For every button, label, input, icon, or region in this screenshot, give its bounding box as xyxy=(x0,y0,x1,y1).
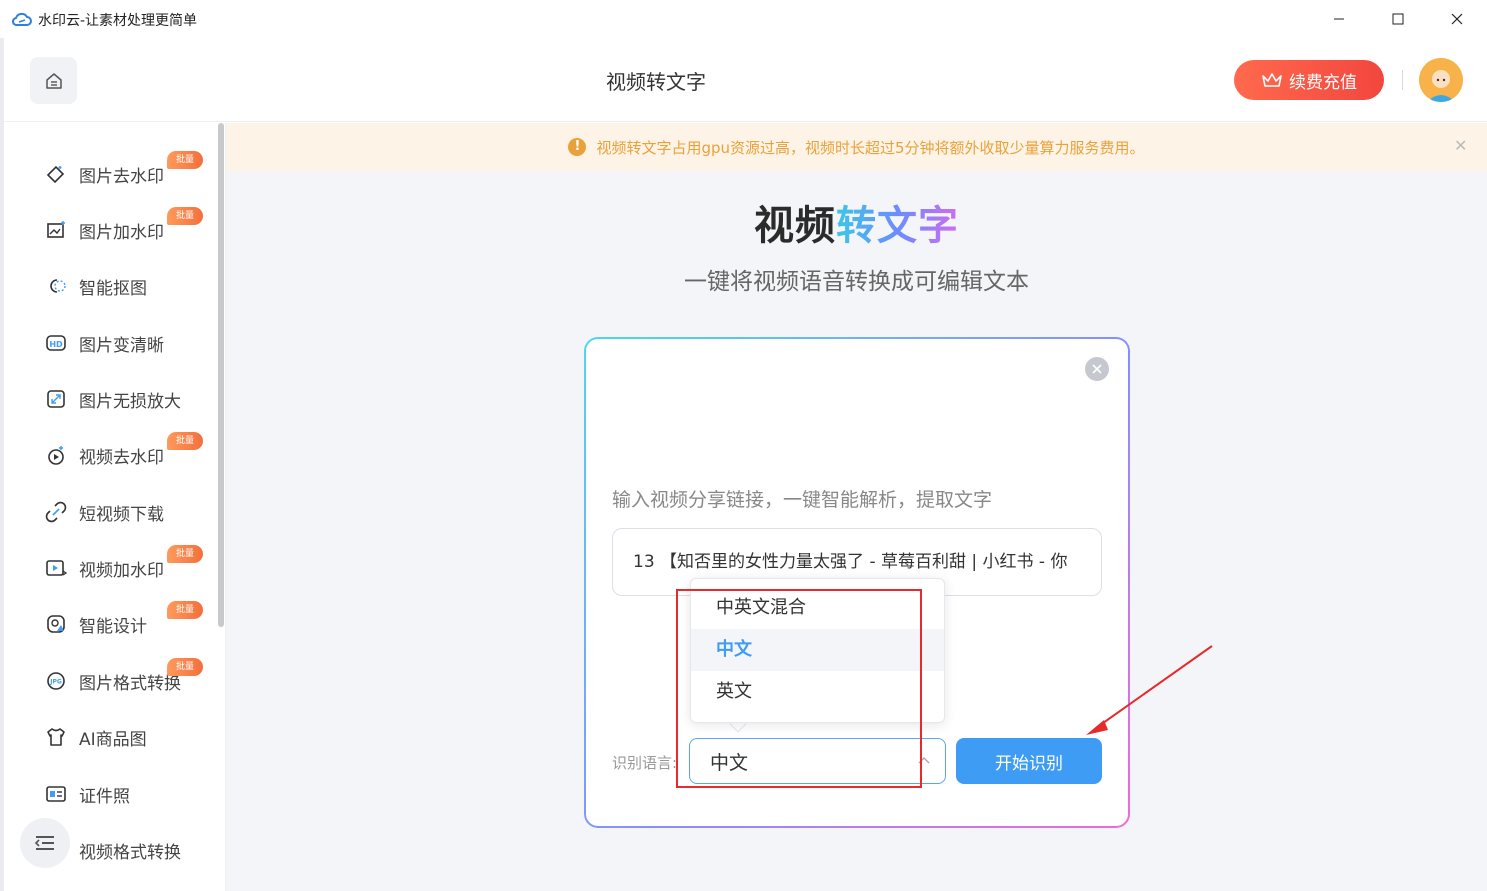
sidebar-item-label: 视频去水印 xyxy=(79,447,164,468)
notice-text: 视频转文字占用gpu资源过高，视频时长超过5分钟将额外收取少量算力服务费用。 xyxy=(596,138,1145,157)
batch-badge: 批量 xyxy=(167,151,203,169)
collapse-sidebar-button[interactable] xyxy=(20,818,70,868)
cutout-icon xyxy=(44,274,68,298)
language-label: 识别语言: xyxy=(612,754,678,772)
hero-title-part2: 转文字 xyxy=(836,203,959,249)
eraser-icon xyxy=(44,162,68,186)
input-hint: 输入视频分享链接，一键智能解析，提取文字 xyxy=(612,489,993,511)
menu-collapse-icon xyxy=(34,836,54,850)
crown-icon xyxy=(1262,73,1282,87)
hd-icon: HD xyxy=(44,331,68,355)
clear-button[interactable] xyxy=(1085,357,1109,381)
sidebar-item-label: 智能设计 xyxy=(79,616,147,637)
app-header: 视频转文字 续费充值 xyxy=(4,38,1487,122)
sidebar-item-label: 短视频下载 xyxy=(79,504,164,525)
sidebar: 图片去水印 批量 图片加水印 批量 智能抠图 HD 图片变清晰 图片无损放大 视… xyxy=(4,123,226,891)
id-card-icon xyxy=(44,782,68,806)
sidebar-item-label: AI商品图 xyxy=(79,729,147,750)
batch-badge: 批量 xyxy=(167,601,203,619)
user-avatar[interactable] xyxy=(1419,58,1463,102)
window-title: 水印云-让素材处理更简单 xyxy=(38,13,198,29)
hero-subtitle: 一键将视频语音转换成可编辑文本 xyxy=(684,269,1029,295)
sidebar-item-label: 视频格式转换 xyxy=(79,842,181,863)
cloud-logo-icon xyxy=(12,12,32,26)
page-title: 视频转文字 xyxy=(606,70,706,94)
hero-title-part1: 视频 xyxy=(754,203,836,249)
header-divider xyxy=(1402,70,1403,90)
notice-close-icon[interactable]: ✕ xyxy=(1454,136,1467,155)
batch-badge: 批量 xyxy=(167,207,203,225)
notice-bar: ! 视频转文字占用gpu资源过高，视频时长超过5分钟将额外收取少量算力服务费用。… xyxy=(226,123,1487,171)
sidebar-item-image-enhance[interactable]: HD 图片变清晰 xyxy=(44,328,214,358)
hero-title: 视频转文字 xyxy=(226,193,1487,251)
sidebar-item-smart-cutout[interactable]: 智能抠图 xyxy=(44,271,214,301)
sidebar-item-ai-product-image[interactable]: AI商品图 xyxy=(44,722,214,752)
sidebar-item-label: 智能抠图 xyxy=(79,278,147,299)
avatar-face-icon xyxy=(1419,58,1463,102)
batch-badge: 批量 xyxy=(167,432,203,450)
window-title-bar: 水印云-让素材处理更简单 xyxy=(0,0,1487,38)
sidebar-item-label: 图片变清晰 xyxy=(79,335,164,356)
close-window-button[interactable] xyxy=(1434,4,1480,34)
svg-text:HD: HD xyxy=(49,340,63,349)
sidebar-scrollbar[interactable] xyxy=(218,123,224,627)
shirt-icon xyxy=(44,725,68,749)
sidebar-item-label: 图片无损放大 xyxy=(79,391,181,412)
warning-icon: ! xyxy=(568,138,587,156)
start-recognition-button[interactable]: 开始识别 xyxy=(956,738,1102,784)
annotation-arrow-icon xyxy=(1086,645,1213,735)
sidebar-item-label: 图片加水印 xyxy=(79,222,164,243)
close-icon xyxy=(1451,13,1463,25)
minimize-icon xyxy=(1334,18,1344,20)
design-icon xyxy=(44,612,68,636)
jpg-icon: JPG xyxy=(44,669,68,693)
video-add-icon xyxy=(44,556,68,580)
maximize-button[interactable] xyxy=(1375,4,1421,34)
sidebar-item-id-photo[interactable]: 证件照 xyxy=(44,779,214,809)
renew-vip-label: 续费充值 xyxy=(1289,72,1357,93)
sidebar-item-image-enlarge[interactable]: 图片无损放大 xyxy=(44,384,214,414)
minimize-button[interactable] xyxy=(1316,4,1362,34)
image-add-icon xyxy=(44,218,68,242)
batch-badge: 批量 xyxy=(167,545,203,563)
enlarge-icon xyxy=(44,387,68,411)
video-eraser-icon xyxy=(44,443,68,467)
close-icon xyxy=(1092,364,1102,374)
sidebar-item-label: 图片格式转换 xyxy=(79,673,181,694)
maximize-icon xyxy=(1392,13,1404,25)
annotation-highlight-box xyxy=(676,589,922,788)
renew-vip-button[interactable]: 续费充值 xyxy=(1234,60,1384,100)
batch-badge: 批量 xyxy=(167,658,203,676)
svg-text:JPG: JPG xyxy=(49,679,62,686)
sidebar-item-label: 图片去水印 xyxy=(79,166,164,187)
sidebar-item-short-video-download[interactable]: 短视频下载 xyxy=(44,497,214,527)
sidebar-item-label: 证件照 xyxy=(79,786,130,807)
sidebar-item-label: 视频加水印 xyxy=(79,560,164,581)
link-icon xyxy=(44,500,68,524)
